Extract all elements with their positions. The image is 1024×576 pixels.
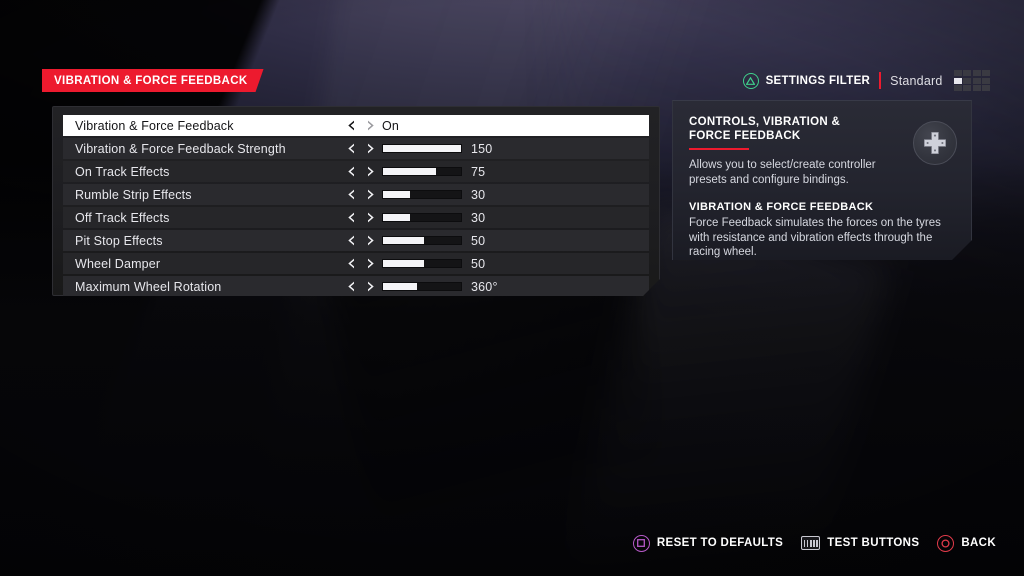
value-stepper[interactable] xyxy=(348,166,374,177)
option-row-vibration-force-feedback-strength[interactable]: Vibration & Force Feedback Strength 150 xyxy=(63,138,649,159)
chevron-right-icon xyxy=(367,281,374,292)
option-label: On Track Effects xyxy=(75,164,170,179)
option-control[interactable]: 30 xyxy=(348,188,485,202)
option-row-maximum-wheel-rotation[interactable]: Maximum Wheel Rotation 360° xyxy=(63,276,649,297)
info-panel-rule xyxy=(689,148,749,150)
chevron-left-icon xyxy=(348,189,355,200)
option-control[interactable]: 50 xyxy=(348,234,485,248)
option-value: 50 xyxy=(471,233,486,248)
info-panel-subbody: Force Feedback simulates the forces on t… xyxy=(689,217,941,258)
option-value: On xyxy=(382,118,400,133)
triangle-button-icon xyxy=(742,72,759,89)
chevron-left-icon xyxy=(348,235,355,246)
option-slider[interactable] xyxy=(382,144,462,153)
option-control[interactable]: On xyxy=(348,119,399,133)
option-value: 150 xyxy=(471,141,493,156)
option-control[interactable]: 360° xyxy=(348,280,498,294)
option-value: 360° xyxy=(471,279,498,294)
test-buttons-button[interactable]: TEST BUTTONS xyxy=(801,536,919,550)
option-value: 30 xyxy=(471,210,486,225)
option-control[interactable]: 50 xyxy=(348,257,485,271)
reset-to-defaults-label: RESET TO DEFAULTS xyxy=(656,537,784,549)
option-label: Wheel Damper xyxy=(75,256,161,271)
option-slider[interactable] xyxy=(382,236,462,245)
option-control[interactable]: 75 xyxy=(348,165,485,179)
chevron-right-icon xyxy=(367,120,374,131)
back-label: BACK xyxy=(961,537,996,549)
option-slider[interactable] xyxy=(382,213,462,222)
page-title-tab: VIBRATION & FORCE FEEDBACK xyxy=(42,69,264,92)
option-value: 30 xyxy=(471,187,486,202)
value-stepper[interactable] xyxy=(348,281,374,292)
keyboard-icon xyxy=(801,536,821,550)
chevron-left-icon xyxy=(348,258,355,269)
info-panel: CONTROLS, VIBRATION & FORCE FEEDBACK All… xyxy=(672,100,972,260)
options-panel: Vibration & Force Feedback On Vibration … xyxy=(52,106,660,296)
settings-filter-label: SETTINGS FILTER xyxy=(765,74,871,87)
option-slider[interactable] xyxy=(382,167,462,176)
value-stepper[interactable] xyxy=(348,258,374,269)
test-buttons-label: TEST BUTTONS xyxy=(827,537,920,549)
info-panel-title: CONTROLS, VIBRATION & FORCE FEEDBACK xyxy=(689,116,841,142)
chevron-right-icon xyxy=(367,189,374,200)
reset-to-defaults-button[interactable]: RESET TO DEFAULTS xyxy=(632,534,784,552)
settings-filter-divider xyxy=(879,72,882,89)
option-value: 50 xyxy=(471,256,486,271)
chevron-left-icon xyxy=(348,166,355,177)
settings-filter-value[interactable]: Standard xyxy=(890,74,942,88)
chevron-right-icon xyxy=(367,166,374,177)
bottom-action-bar: RESET TO DEFAULTS TEST BUTTONS BACK xyxy=(632,532,996,554)
option-row-off-track-effects[interactable]: Off Track Effects 30 xyxy=(63,207,649,228)
chevron-left-icon xyxy=(348,281,355,292)
option-slider[interactable] xyxy=(382,259,462,268)
option-label: Maximum Wheel Rotation xyxy=(75,279,222,294)
square-button-icon xyxy=(632,534,650,552)
value-stepper[interactable] xyxy=(348,189,374,200)
option-row-wheel-damper[interactable]: Wheel Damper 50 xyxy=(63,253,649,274)
chevron-right-icon xyxy=(367,235,374,246)
info-panel-subtitle: VIBRATION & FORCE FEEDBACK xyxy=(689,201,874,213)
option-slider[interactable] xyxy=(382,282,462,291)
chevron-right-icon xyxy=(367,258,374,269)
option-label: Off Track Effects xyxy=(75,210,170,225)
value-stepper[interactable] xyxy=(348,212,374,223)
chevron-left-icon xyxy=(348,212,355,223)
option-label: Vibration & Force Feedback xyxy=(75,118,234,133)
option-control[interactable]: 30 xyxy=(348,211,485,225)
settings-filter[interactable]: SETTINGS FILTER Standard xyxy=(742,70,990,91)
chevron-right-icon xyxy=(367,143,374,154)
dpad-icon xyxy=(913,121,957,165)
option-label: Vibration & Force Feedback Strength xyxy=(75,141,286,156)
option-slider[interactable] xyxy=(382,190,462,199)
value-stepper[interactable] xyxy=(348,120,374,131)
value-stepper[interactable] xyxy=(348,235,374,246)
option-row-rumble-strip-effects[interactable]: Rumble Strip Effects 30 xyxy=(63,184,649,205)
game-settings-screen: VIBRATION & FORCE FEEDBACK SETTINGS FILT… xyxy=(0,0,1024,576)
option-value: 75 xyxy=(471,164,486,179)
option-row-on-track-effects[interactable]: On Track Effects 75 xyxy=(63,161,649,182)
value-stepper[interactable] xyxy=(348,143,374,154)
option-row-pit-stop-effects[interactable]: Pit Stop Effects 50 xyxy=(63,230,649,251)
chevron-right-icon xyxy=(367,212,374,223)
info-panel-body: Allows you to select/create controller p… xyxy=(689,159,876,186)
option-label: Rumble Strip Effects xyxy=(75,187,192,202)
option-label: Pit Stop Effects xyxy=(75,233,163,248)
circle-button-icon xyxy=(937,534,955,552)
option-row-vibration-force-feedback[interactable]: Vibration & Force Feedback On xyxy=(63,115,649,136)
option-control[interactable]: 150 xyxy=(348,142,492,156)
back-button[interactable]: BACK xyxy=(937,534,996,552)
filter-level-grid xyxy=(953,70,990,91)
chevron-left-icon xyxy=(348,143,355,154)
chevron-left-icon xyxy=(348,120,355,131)
